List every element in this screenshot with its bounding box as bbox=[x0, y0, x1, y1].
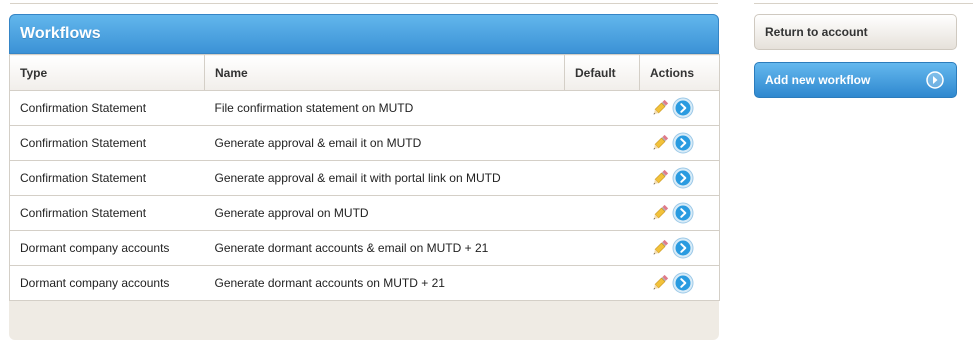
table-header-row: Type Name Default Actions bbox=[9, 54, 720, 91]
cell-name: Generate dormant accounts on MUTD + 21 bbox=[204, 265, 565, 301]
cell-type: Confirmation Statement bbox=[9, 160, 205, 196]
blue-circle-arrow-icon[interactable] bbox=[672, 202, 694, 224]
column-header-name[interactable]: Name bbox=[204, 54, 565, 91]
add-new-workflow-label: Add new workflow bbox=[765, 73, 871, 87]
table-row: Confirmation Statement Generate approval… bbox=[9, 125, 720, 161]
cell-name: Generate approval & email it with portal… bbox=[204, 160, 565, 196]
cell-actions bbox=[639, 195, 720, 231]
cell-actions bbox=[639, 90, 720, 126]
panel-title: Workflows bbox=[9, 14, 719, 54]
pencil-edit-icon[interactable] bbox=[650, 133, 670, 153]
cell-type: Confirmation Statement bbox=[9, 90, 205, 126]
table-row: Dormant company accounts Generate dorman… bbox=[9, 265, 720, 301]
circle-arrow-right-icon bbox=[926, 71, 944, 89]
cell-default bbox=[564, 125, 640, 161]
cell-actions bbox=[639, 125, 720, 161]
cell-name: Generate approval & email it on MUTD bbox=[204, 125, 565, 161]
column-header-actions: Actions bbox=[639, 54, 720, 91]
workflows-table: Type Name Default Actions Confirmation S… bbox=[9, 54, 720, 301]
column-header-default[interactable]: Default bbox=[564, 54, 640, 91]
cell-default bbox=[564, 265, 640, 301]
cell-actions bbox=[639, 160, 720, 196]
blue-circle-arrow-icon[interactable] bbox=[672, 272, 694, 294]
workflows-panel: Workflows Type Name Default Actions Conf… bbox=[9, 14, 720, 340]
cell-actions bbox=[639, 265, 720, 301]
cell-type: Dormant company accounts bbox=[9, 230, 205, 266]
blue-circle-arrow-icon[interactable] bbox=[672, 132, 694, 154]
return-to-account-button[interactable]: Return to account bbox=[754, 14, 957, 50]
cell-name: File confirmation statement on MUTD bbox=[204, 90, 565, 126]
cell-default bbox=[564, 195, 640, 231]
pencil-edit-icon[interactable] bbox=[650, 98, 670, 118]
cell-type: Confirmation Statement bbox=[9, 125, 205, 161]
pencil-edit-icon[interactable] bbox=[650, 168, 670, 188]
cell-type: Confirmation Statement bbox=[9, 195, 205, 231]
pencil-edit-icon[interactable] bbox=[650, 273, 670, 293]
cell-name: Generate approval on MUTD bbox=[204, 195, 565, 231]
cell-default bbox=[564, 90, 640, 126]
table-row: Confirmation Statement Generate approval… bbox=[9, 195, 720, 231]
table-row: Dormant company accounts Generate dorman… bbox=[9, 230, 720, 266]
blue-circle-arrow-icon[interactable] bbox=[672, 237, 694, 259]
top-divider bbox=[10, 3, 718, 4]
pencil-edit-icon[interactable] bbox=[650, 203, 670, 223]
add-new-workflow-button[interactable]: Add new workflow bbox=[754, 62, 957, 98]
cell-actions bbox=[639, 230, 720, 266]
top-divider-right bbox=[754, 3, 973, 4]
blue-circle-arrow-icon[interactable] bbox=[672, 167, 694, 189]
cell-default bbox=[564, 230, 640, 266]
table-row: Confirmation Statement File confirmation… bbox=[9, 90, 720, 126]
cell-name: Generate dormant accounts & email on MUT… bbox=[204, 230, 565, 266]
pencil-edit-icon[interactable] bbox=[650, 238, 670, 258]
cell-type: Dormant company accounts bbox=[9, 265, 205, 301]
blue-circle-arrow-icon[interactable] bbox=[672, 97, 694, 119]
column-header-type[interactable]: Type bbox=[9, 54, 205, 91]
cell-default bbox=[564, 160, 640, 196]
table-row: Confirmation Statement Generate approval… bbox=[9, 160, 720, 196]
